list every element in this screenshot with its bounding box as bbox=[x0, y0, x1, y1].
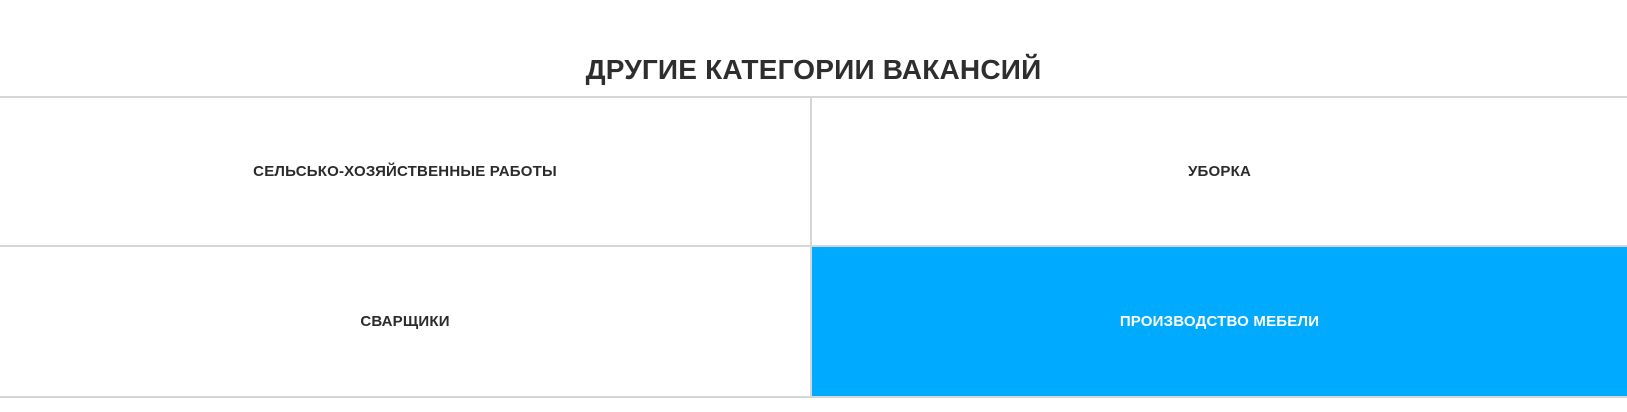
category-grid: СЕЛЬСЬКО-ХОЗЯЙСТВЕННЫЕ РАБОТЫ УБОРКА СВА… bbox=[0, 96, 1627, 398]
category-furniture-production[interactable]: ПРОИЗВОДСТВО МЕБЕЛИ bbox=[812, 247, 1627, 396]
category-cleaning[interactable]: УБОРКА bbox=[812, 98, 1627, 247]
category-agriculture[interactable]: СЕЛЬСЬКО-ХОЗЯЙСТВЕННЫЕ РАБОТЫ bbox=[0, 98, 812, 247]
category-welders[interactable]: СВАРЩИКИ bbox=[0, 247, 812, 396]
